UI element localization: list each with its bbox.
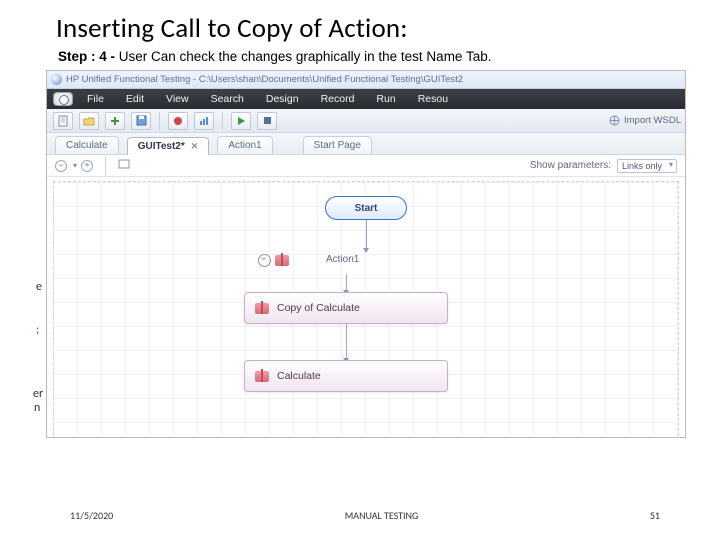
action-copy-of-calculate[interactable]: Copy of Calculate	[244, 292, 448, 324]
close-icon[interactable]: ✕	[191, 141, 199, 152]
tab-action1[interactable]: Action1	[217, 136, 272, 154]
chart-icon	[199, 116, 210, 126]
tab-label: Action1	[228, 140, 261, 151]
action-package-icon	[255, 371, 269, 382]
cropped-text: e	[36, 280, 42, 294]
zoom-dropdown[interactable]	[71, 160, 77, 171]
toolbar: Import WSDL	[47, 109, 685, 133]
cropped-text: ;	[36, 323, 39, 337]
zoom-in-button[interactable]: +	[81, 160, 93, 172]
menubar: File Edit View Search Design Record Run …	[47, 89, 685, 109]
footer-center: MANUAL TESTING	[345, 509, 419, 522]
document-tabs: Calculate GUITest2* ✕ Action1 Start Page	[47, 133, 685, 155]
folder-open-icon	[83, 116, 95, 126]
app-title-text: HP Unified Functional Testing - C:\Users…	[66, 74, 463, 85]
flow-connector	[346, 324, 347, 360]
import-wsdl-icon	[609, 115, 620, 126]
tab-guitest2[interactable]: GUITest2* ✕	[127, 137, 210, 155]
action-box-label: Calculate	[277, 370, 321, 382]
start-node[interactable]: Start	[325, 196, 407, 220]
action1-label: Action1	[326, 254, 359, 265]
action-group-handle[interactable]	[258, 254, 289, 267]
plus-icon	[110, 116, 120, 126]
menu-record[interactable]: Record	[321, 93, 377, 105]
save-button[interactable]	[131, 112, 151, 130]
record-icon	[173, 116, 183, 126]
canvas-toolbar: − + Show parameters: Links only	[47, 155, 685, 177]
cropped-text: er	[33, 387, 43, 401]
new-button[interactable]	[53, 112, 73, 130]
action-box-label: Copy of Calculate	[277, 302, 360, 314]
cropped-text: n	[34, 401, 40, 415]
menu-edit[interactable]: Edit	[126, 93, 166, 105]
menu-view[interactable]: View	[166, 93, 211, 105]
hp-logo-icon	[53, 92, 73, 106]
toolbar-separator	[159, 112, 160, 130]
menu-file[interactable]: File	[87, 93, 126, 105]
save-icon	[136, 115, 147, 126]
tab-label: GUITest2*	[138, 141, 185, 152]
zoom-controls: − +	[55, 160, 93, 172]
flow-connector	[366, 220, 367, 250]
step-prefix: Step : 4 -	[58, 49, 119, 64]
canvasbar-separator	[105, 157, 106, 175]
slide-footer: 11/5/2020 MANUAL TESTING 51	[0, 509, 720, 522]
app-icon	[51, 74, 62, 85]
show-params-label: Show parameters:	[530, 160, 611, 171]
zoom-out-button[interactable]: −	[55, 160, 67, 172]
step-text: Step : 4 - User Can check the changes gr…	[58, 49, 680, 64]
action-calculate[interactable]: Calculate	[244, 360, 448, 392]
tab-startpage[interactable]: Start Page	[303, 136, 372, 154]
stop-button[interactable]	[257, 112, 277, 130]
toolbar-separator-2	[222, 112, 223, 130]
footer-page-number: 51	[650, 509, 660, 522]
tab-calculate[interactable]: Calculate	[55, 136, 119, 154]
fit-screen-icon	[118, 159, 130, 169]
menu-resources[interactable]: Resou	[418, 93, 470, 105]
activescreen-button[interactable]	[194, 112, 214, 130]
menu-run[interactable]: Run	[376, 93, 417, 105]
run-button[interactable]	[231, 112, 251, 130]
action-package-icon	[255, 303, 269, 314]
flow-arrow-icon	[363, 248, 369, 253]
play-icon	[237, 116, 246, 126]
app-titlebar: HP Unified Functional Testing - C:\Users…	[47, 71, 685, 89]
new-doc-icon	[58, 115, 68, 127]
stop-icon	[263, 116, 272, 125]
open-button[interactable]	[79, 112, 99, 130]
add-button[interactable]	[105, 112, 125, 130]
toolbar-right: Import WSDL	[609, 109, 681, 132]
tab-label: Start Page	[314, 140, 361, 151]
footer-date: 11/5/2020	[70, 509, 113, 522]
fit-button[interactable]	[118, 159, 130, 172]
tab-label: Calculate	[66, 140, 108, 151]
collapse-arrow-icon	[258, 254, 271, 267]
menu-design[interactable]: Design	[266, 93, 321, 105]
record-button[interactable]	[168, 112, 188, 130]
step-body: User Can check the changes graphically i…	[119, 49, 492, 64]
app-window: HP Unified Functional Testing - C:\Users…	[46, 70, 686, 438]
show-params-select[interactable]: Links only	[617, 159, 677, 173]
import-wsdl-label[interactable]: Import WSDL	[624, 115, 681, 126]
slide-title: Inserting Call to Copy of Action:	[56, 12, 680, 45]
action-package-icon	[275, 255, 289, 266]
menu-search[interactable]: Search	[211, 93, 266, 105]
test-flow-canvas[interactable]: Start Action1 Copy of Calculate Calculat…	[53, 181, 679, 438]
